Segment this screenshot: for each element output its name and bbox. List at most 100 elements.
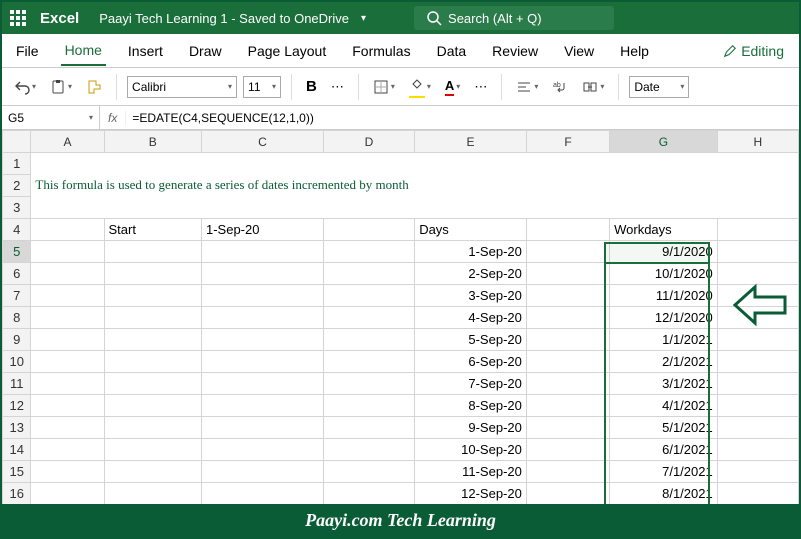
- cell[interactable]: [31, 329, 104, 351]
- cell[interactable]: [201, 461, 323, 483]
- cell[interactable]: 2/1/2021: [610, 351, 718, 373]
- cell[interactable]: 12/1/2020: [610, 307, 718, 329]
- cell[interactable]: 8/1/2021: [610, 483, 718, 505]
- cell[interactable]: [201, 417, 323, 439]
- cell[interactable]: [31, 439, 104, 461]
- cell[interactable]: [526, 395, 609, 417]
- cell[interactable]: [104, 483, 201, 505]
- paste-button[interactable]: ▾: [46, 77, 76, 97]
- cell[interactable]: [201, 483, 323, 505]
- tab-home[interactable]: Home: [61, 36, 106, 66]
- cell[interactable]: 12-Sep-20: [415, 483, 527, 505]
- cell[interactable]: [31, 483, 104, 505]
- cell[interactable]: [31, 285, 104, 307]
- cell[interactable]: [323, 241, 414, 263]
- font-color-button[interactable]: A▾: [441, 76, 464, 98]
- tab-draw[interactable]: Draw: [185, 37, 226, 65]
- row-header[interactable]: 9: [3, 329, 31, 351]
- search-input[interactable]: Search (Alt + Q): [414, 6, 614, 30]
- cell[interactable]: [104, 439, 201, 461]
- tab-page-layout[interactable]: Page Layout: [244, 37, 331, 65]
- cell[interactable]: 3-Sep-20: [415, 285, 527, 307]
- title-text[interactable]: This formula is used to generate a serie…: [31, 153, 799, 219]
- align-button[interactable]: ▾: [512, 77, 542, 97]
- cell[interactable]: 7-Sep-20: [415, 373, 527, 395]
- cell[interactable]: [104, 241, 201, 263]
- row-header[interactable]: 3: [3, 197, 31, 219]
- cell[interactable]: [201, 307, 323, 329]
- cell[interactable]: [717, 329, 798, 351]
- row-header[interactable]: 14: [3, 439, 31, 461]
- cell[interactable]: [31, 351, 104, 373]
- cell[interactable]: [717, 395, 798, 417]
- cell[interactable]: [323, 461, 414, 483]
- row-header[interactable]: 7: [3, 285, 31, 307]
- cell[interactable]: [104, 329, 201, 351]
- fill-color-button[interactable]: ▾: [405, 74, 435, 100]
- cell[interactable]: [323, 307, 414, 329]
- tab-data[interactable]: Data: [433, 37, 471, 65]
- cell[interactable]: 3/1/2021: [610, 373, 718, 395]
- cell[interactable]: 8-Sep-20: [415, 395, 527, 417]
- cell[interactable]: [201, 285, 323, 307]
- cell[interactable]: 7/1/2021: [610, 461, 718, 483]
- cell[interactable]: [323, 351, 414, 373]
- cell[interactable]: 4-Sep-20: [415, 307, 527, 329]
- cell[interactable]: 1-Sep-20: [201, 219, 323, 241]
- row-header[interactable]: 13: [3, 417, 31, 439]
- cell[interactable]: [526, 373, 609, 395]
- cell[interactable]: [323, 329, 414, 351]
- row-header[interactable]: 8: [3, 307, 31, 329]
- cell[interactable]: [717, 439, 798, 461]
- cell[interactable]: [717, 351, 798, 373]
- more-font-button[interactable]: ⋯: [327, 77, 348, 97]
- cell[interactable]: [717, 219, 798, 241]
- cell[interactable]: [717, 483, 798, 505]
- cell[interactable]: Days: [415, 219, 527, 241]
- cell[interactable]: [717, 461, 798, 483]
- col-header[interactable]: H: [717, 131, 798, 153]
- cell[interactable]: [323, 417, 414, 439]
- cell[interactable]: [201, 351, 323, 373]
- cell[interactable]: [104, 373, 201, 395]
- col-header[interactable]: F: [526, 131, 609, 153]
- fx-icon[interactable]: fx: [100, 111, 126, 125]
- cell[interactable]: [104, 351, 201, 373]
- row-header[interactable]: 1: [3, 153, 31, 175]
- cell[interactable]: [323, 483, 414, 505]
- cell[interactable]: 10-Sep-20: [415, 439, 527, 461]
- cell[interactable]: [201, 329, 323, 351]
- tab-view[interactable]: View: [560, 37, 598, 65]
- tab-help[interactable]: Help: [616, 37, 653, 65]
- cell[interactable]: [201, 241, 323, 263]
- cell[interactable]: [526, 285, 609, 307]
- cell[interactable]: [526, 351, 609, 373]
- cell[interactable]: [323, 285, 414, 307]
- cell[interactable]: [323, 373, 414, 395]
- cell[interactable]: [104, 461, 201, 483]
- cell[interactable]: [526, 263, 609, 285]
- select-all-corner[interactable]: [3, 131, 31, 153]
- col-header[interactable]: C: [201, 131, 323, 153]
- cell[interactable]: [323, 439, 414, 461]
- cell[interactable]: 1/1/2021: [610, 329, 718, 351]
- cell[interactable]: Start: [104, 219, 201, 241]
- cell[interactable]: [31, 417, 104, 439]
- cell[interactable]: [323, 263, 414, 285]
- col-header[interactable]: B: [104, 131, 201, 153]
- cell[interactable]: 10/1/2020: [610, 263, 718, 285]
- cell[interactable]: 11-Sep-20: [415, 461, 527, 483]
- cell[interactable]: [323, 219, 414, 241]
- editing-mode[interactable]: Editing: [718, 40, 789, 62]
- cell[interactable]: [104, 307, 201, 329]
- cell[interactable]: [104, 263, 201, 285]
- bold-button[interactable]: B: [302, 76, 321, 97]
- merge-button[interactable]: ▾: [578, 77, 608, 97]
- cell[interactable]: [104, 395, 201, 417]
- tab-insert[interactable]: Insert: [124, 37, 167, 65]
- cell[interactable]: [526, 329, 609, 351]
- cell[interactable]: [526, 307, 609, 329]
- cell[interactable]: [31, 373, 104, 395]
- wrap-text-button[interactable]: ab: [548, 77, 572, 97]
- cell[interactable]: [201, 373, 323, 395]
